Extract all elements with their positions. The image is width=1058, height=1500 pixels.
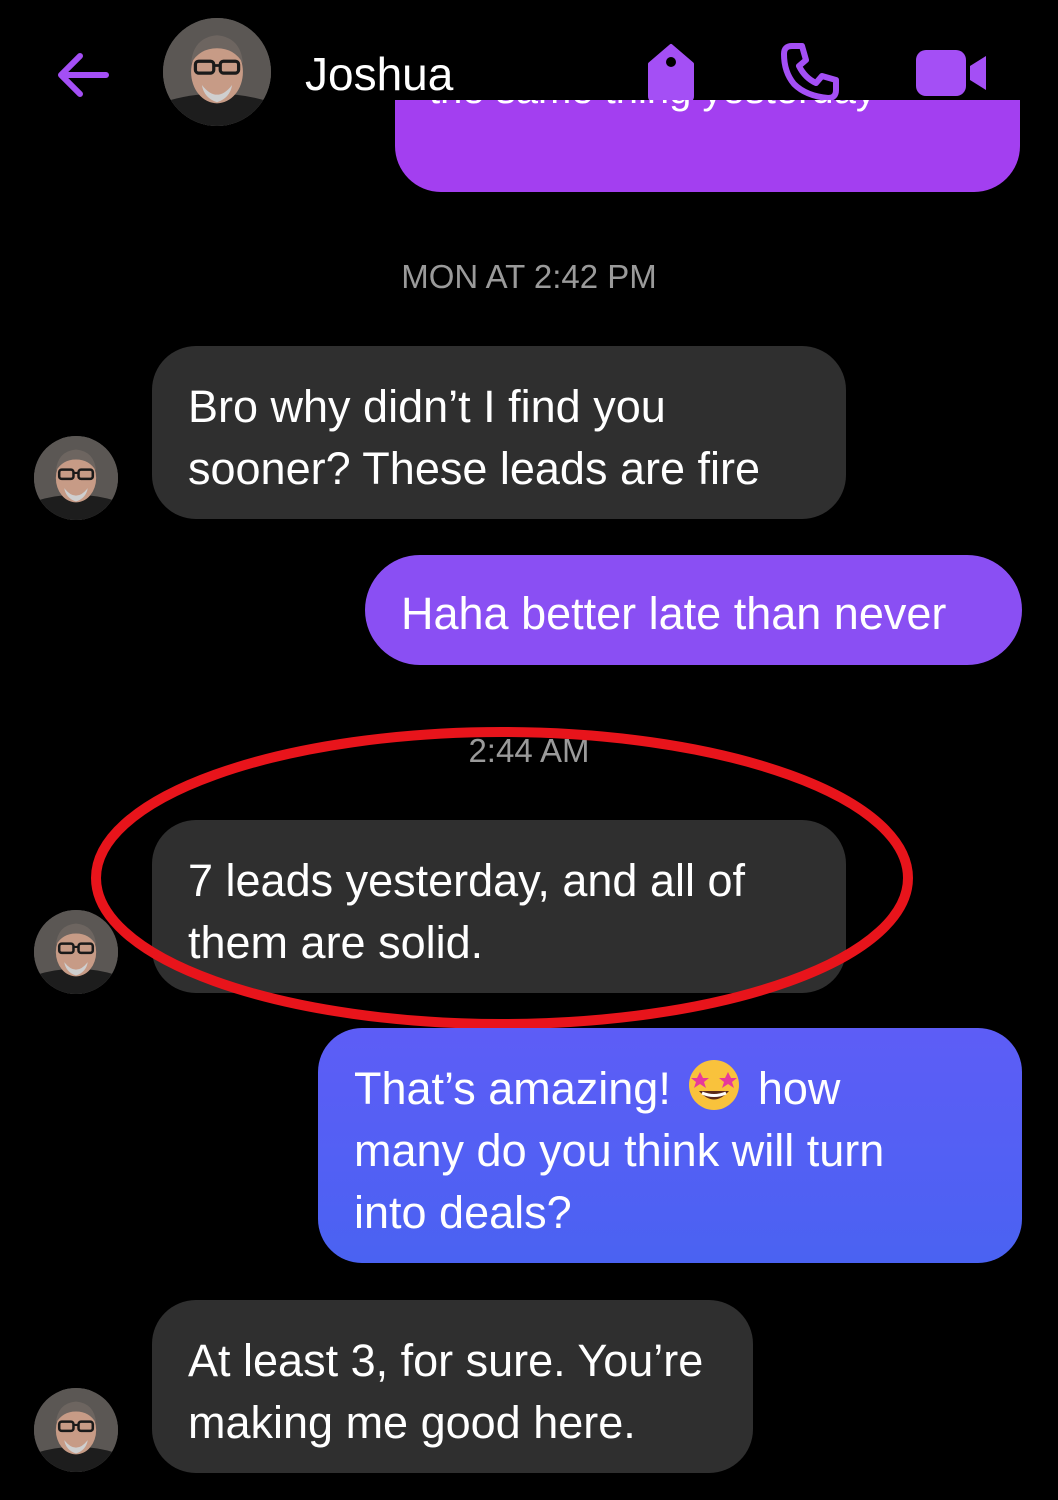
message-bubble-outgoing-partial[interactable]: the same thing yesterday <box>395 100 1020 192</box>
message-text: Haha better late than never <box>401 588 947 639</box>
red-highlight-circle <box>91 727 913 1029</box>
timestamp: MON AT 2:42 PM <box>401 258 657 295</box>
star-struck-emoji <box>689 1060 740 1110</box>
message-line: sooner? These leads are fire <box>188 443 761 494</box>
message-line: At least 3, for sure. You’re <box>188 1335 704 1386</box>
message-text: the same thing yesterday <box>429 100 876 113</box>
contact-name[interactable]: Joshua <box>305 46 453 102</box>
message-bubble-outgoing[interactable]: Haha better late than never <box>365 555 1022 665</box>
video-camera-icon[interactable] <box>912 46 990 100</box>
sender-avatar[interactable] <box>34 436 118 520</box>
message-line: into deals? <box>354 1187 572 1238</box>
avatar-photo <box>34 436 118 520</box>
message-bubble-outgoing[interactable]: That’s amazing! how many do you think wi… <box>318 1028 1022 1263</box>
back-arrow-icon[interactable] <box>52 44 114 106</box>
avatar-photo <box>34 1388 118 1472</box>
message-line: many do you think will turn <box>354 1125 885 1176</box>
contact-avatar[interactable] <box>163 18 271 126</box>
message-line: making me good here. <box>188 1397 636 1448</box>
sender-avatar[interactable] <box>34 1388 118 1472</box>
avatar-photo <box>163 18 271 126</box>
message-bubble-incoming[interactable]: Bro why didn’t I find you sooner? These … <box>152 346 846 519</box>
message-bubble-incoming[interactable]: At least 3, for sure. You’re making me g… <box>152 1300 753 1473</box>
message-text: That’s amazing! <box>354 1063 671 1114</box>
phone-icon[interactable] <box>778 40 842 104</box>
message-line: Bro why didn’t I find you <box>188 381 666 432</box>
tag-icon[interactable] <box>642 42 700 104</box>
message-text: how <box>757 1063 841 1114</box>
